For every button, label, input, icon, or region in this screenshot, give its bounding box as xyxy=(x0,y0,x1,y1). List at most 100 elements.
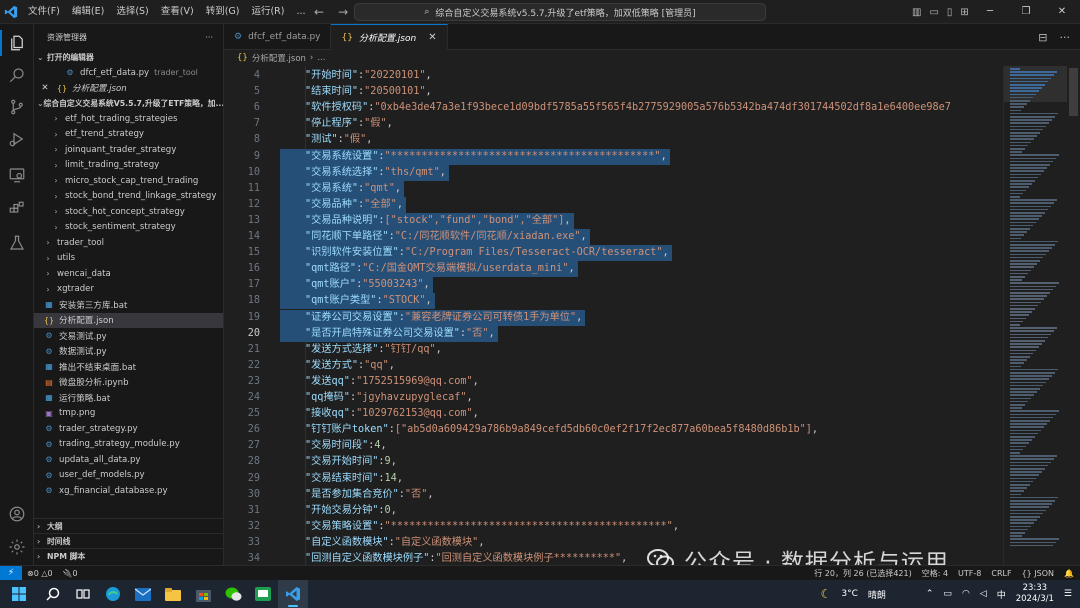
edge-browser-icon[interactable] xyxy=(98,580,128,608)
close-icon[interactable]: ✕ xyxy=(38,83,52,93)
windows-start-icon[interactable] xyxy=(0,580,38,608)
file-item[interactable]: ▦ 推出不结束桌面.bat xyxy=(34,359,223,375)
folder-item[interactable]: › trader_tool xyxy=(34,235,223,251)
notifications-bell-icon[interactable]: 🔔 xyxy=(1064,569,1074,578)
file-item[interactable]: ⚙ xg_financial_database.py xyxy=(34,483,223,499)
open-editors-section[interactable]: ⌄ 打开的编辑器 xyxy=(34,50,223,65)
minimap-line xyxy=(1010,468,1045,470)
file-item[interactable]: ⚙ trader_strategy.py xyxy=(34,421,223,437)
file-item[interactable]: ⚙ 数据测试.py xyxy=(34,344,223,360)
code-editor[interactable]: 4 "开始时间":"20220101", 5 "结束时间":"20500101", 6 "… xyxy=(224,66,1080,565)
source-control-icon[interactable] xyxy=(0,92,34,122)
more-actions-icon[interactable]: ··· xyxy=(205,33,213,42)
toggle-secondary-sidebar-icon[interactable]: ▯ xyxy=(947,7,953,18)
vscode-taskbar-icon[interactable] xyxy=(278,580,308,608)
network-icon[interactable]: ◠ xyxy=(962,589,970,599)
task-view-icon[interactable] xyxy=(68,580,98,608)
file-explorer-icon[interactable] xyxy=(158,580,188,608)
file-item[interactable]: ⚙ trading_strategy_module.py xyxy=(34,437,223,453)
file-item[interactable]: ▣ tmp.png xyxy=(34,406,223,422)
testing-flask-icon[interactable] xyxy=(0,228,34,258)
scrollbar-thumb[interactable] xyxy=(1069,68,1078,116)
customize-layout-icon[interactable]: ⊞ xyxy=(960,7,968,18)
folder-item[interactable]: › stock_sentiment_strategy xyxy=(34,220,223,236)
menu-item[interactable]: 编辑(E) xyxy=(66,0,110,24)
weather-temperature[interactable]: 3°C xyxy=(841,589,858,599)
ports-count[interactable]: 🔌0 xyxy=(58,569,83,578)
battery-icon[interactable]: ▭ xyxy=(943,589,952,599)
file-item[interactable]: ⚙ user_def_models.py xyxy=(34,468,223,484)
line-ending[interactable]: CRLF xyxy=(991,569,1011,578)
file-item[interactable]: ⚙ updata_all_data.py xyxy=(34,452,223,468)
workspace-section[interactable]: ⌄ 综合自定义交易系统V5.5.7,升级了ETF策略，加... xyxy=(34,96,223,111)
remote-explorer-icon[interactable] xyxy=(0,160,34,190)
tab-analysis-config[interactable]: {} 分析配置.json ✕ xyxy=(331,24,448,50)
open-editor-item[interactable]: ⚙ dfcf_etf_data.py trader_tool xyxy=(34,65,223,81)
input-method[interactable]: 中 xyxy=(997,588,1006,601)
folder-item[interactable]: › stock_hot_concept_strategy xyxy=(34,204,223,220)
cursor-position[interactable]: 行 20，列 26 (已选择421) xyxy=(814,568,912,579)
minimap[interactable] xyxy=(1003,66,1068,565)
forward-arrow-icon[interactable]: → xyxy=(338,5,348,19)
folder-item[interactable]: › stock_bond_trend_linkage_strategy xyxy=(34,189,223,205)
show-hidden-icons-chevron-icon[interactable]: ⌃ xyxy=(926,589,934,599)
menu-item[interactable]: 转到(G) xyxy=(200,0,246,24)
mail-icon[interactable] xyxy=(128,580,158,608)
command-center[interactable]: ⌕ 综合自定义交易系统v5.5.7,升级了etf策略，加双低策略 [管理员] xyxy=(354,3,766,21)
account-icon[interactable] xyxy=(0,499,34,529)
folder-item[interactable]: › micro_stock_cap_trend_trading xyxy=(34,173,223,189)
folder-item[interactable]: › limit_trading_strategy xyxy=(34,158,223,174)
restore-icon[interactable]: ❐ xyxy=(1008,0,1044,24)
explorer-icon[interactable] xyxy=(0,28,34,58)
volume-icon[interactable]: ◁ xyxy=(980,589,987,599)
menu-item[interactable]: 运行(R) xyxy=(245,0,290,24)
menu-item[interactable]: 查看(V) xyxy=(155,0,200,24)
close-window-icon[interactable]: ✕ xyxy=(1044,0,1080,24)
store-icon[interactable] xyxy=(188,580,218,608)
clock[interactable]: 23:33 2024/3/1 xyxy=(1016,583,1054,605)
folder-item[interactable]: › joinquant_trader_strategy xyxy=(34,142,223,158)
folder-item[interactable]: › wencai_data xyxy=(34,266,223,282)
outline-section[interactable]: › 大纲 xyxy=(34,518,223,533)
tab-dfcf-etf-data[interactable]: ⚙ dfcf_etf_data.py xyxy=(224,24,332,50)
folder-item[interactable]: › xgtrader xyxy=(34,282,223,298)
toggle-panel-icon[interactable]: ▭ xyxy=(929,7,938,18)
file-item[interactable]: ▤ 微盘股分析.ipynb xyxy=(34,375,223,391)
back-arrow-icon[interactable]: ← xyxy=(314,5,324,19)
taskbar-search-icon[interactable] xyxy=(38,580,68,608)
open-editor-item[interactable]: ✕ {} 分析配置.json xyxy=(34,81,223,97)
green-app-icon[interactable] xyxy=(248,580,278,608)
extensions-icon[interactable] xyxy=(0,194,34,224)
timeline-section[interactable]: › 时间线 xyxy=(34,533,223,548)
split-editor-icon[interactable]: ⊟ xyxy=(1038,31,1047,44)
folder-item[interactable]: › etf_trend_strategy xyxy=(34,127,223,143)
vertical-scrollbar[interactable] xyxy=(1067,66,1080,565)
problems-count[interactable]: ⊗0 △0 xyxy=(22,569,58,578)
minimize-icon[interactable]: ─ xyxy=(972,0,1008,24)
folder-item[interactable]: › utils xyxy=(34,251,223,267)
wechat-icon[interactable] xyxy=(218,580,248,608)
menu-item[interactable]: ... xyxy=(290,0,311,24)
remote-indicator[interactable]: ⚡ xyxy=(0,565,22,581)
notification-center-icon[interactable]: ☰ xyxy=(1064,589,1072,599)
settings-gear-icon[interactable] xyxy=(0,532,34,562)
breadcrumb-more[interactable]: ... xyxy=(317,53,325,63)
file-item[interactable]: ⚙ 交易测试.py xyxy=(34,328,223,344)
menu-item[interactable]: 选择(S) xyxy=(110,0,154,24)
file-item[interactable]: ▦ 运行策略.bat xyxy=(34,390,223,406)
weather-description[interactable]: 晴朗 xyxy=(868,588,886,601)
close-tab-icon[interactable]: ✕ xyxy=(428,32,436,43)
file-item[interactable]: {} 分析配置.json xyxy=(34,312,223,328)
search-view-icon[interactable] xyxy=(0,60,34,90)
language-mode[interactable]: {} JSON xyxy=(1022,569,1054,578)
run-debug-icon[interactable] xyxy=(0,124,34,154)
breadcrumb-file[interactable]: 分析配置.json xyxy=(252,52,306,64)
npm-scripts-section[interactable]: › NPM 脚本 xyxy=(34,548,223,563)
more-actions-icon[interactable]: ··· xyxy=(1060,31,1071,44)
toggle-sidebar-icon[interactable]: ▥ xyxy=(912,7,921,18)
folder-item[interactable]: › etf_hot_trading_strategies xyxy=(34,111,223,127)
menu-item[interactable]: 文件(F) xyxy=(22,0,66,24)
file-item[interactable]: ▦ 安装第三方库.bat xyxy=(34,297,223,313)
indentation[interactable]: 空格: 4 xyxy=(922,568,948,579)
encoding[interactable]: UTF-8 xyxy=(958,569,981,578)
